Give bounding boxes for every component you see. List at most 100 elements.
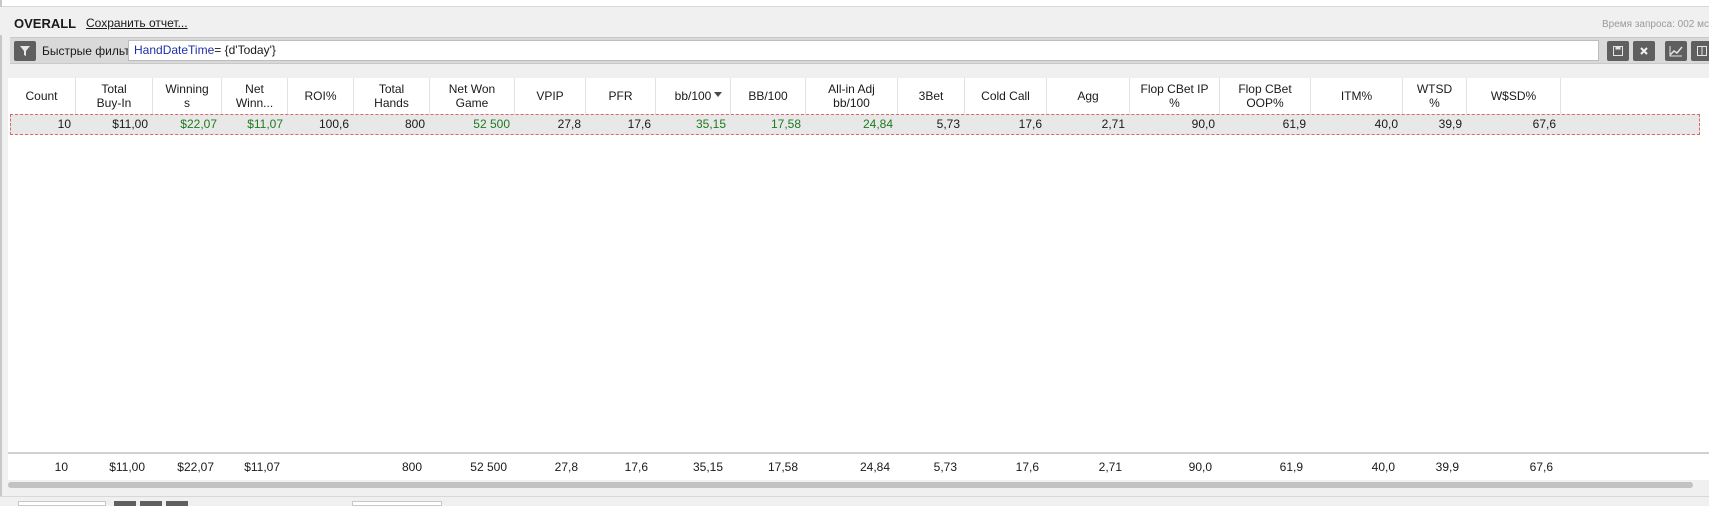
column-header-pfr[interactable]: PFR <box>586 78 656 114</box>
save-report-link[interactable]: Сохранить отчет... <box>86 16 188 30</box>
row-cell-cold-call: 17,6 <box>1018 117 1042 131</box>
row-cell-vpip: 27,8 <box>557 117 581 131</box>
row-cell-wsd: 67,6 <box>1532 117 1556 131</box>
row-cell-net-won-game: 52 500 <box>473 117 510 131</box>
filter-keyword: HandDateTime <box>134 43 215 57</box>
total-cell-BB100: 17,58 <box>767 460 798 474</box>
column-header-net-winnings[interactable]: Net Winn... <box>222 78 288 114</box>
total-cell-total-buyin: $11,00 <box>109 460 145 474</box>
row-cell-roi: 100,6 <box>318 117 349 131</box>
column-header-wsd[interactable]: W$SD% <box>1467 78 1561 114</box>
row-cell-flop-cbet-ip: 90,0 <box>1191 117 1215 131</box>
horizontal-scrollbar[interactable] <box>8 480 1709 489</box>
row-cell-flop-cbet-oop: 61,9 <box>1282 117 1306 131</box>
column-header-label: ITM% <box>1340 89 1373 103</box>
column-header-label: W$SD% <box>1490 89 1537 103</box>
row-cell-bb100: 35,15 <box>695 117 726 131</box>
column-header-label: Total Hands <box>374 82 409 110</box>
row-cell-threebet: 5,73 <box>936 117 960 131</box>
column-header-label: bb/100 <box>674 89 712 103</box>
row-cell-winnings: $22,07 <box>180 117 217 131</box>
column-header-count[interactable]: Count <box>8 78 76 114</box>
sort-desc-icon[interactable] <box>714 92 722 97</box>
save-icon[interactable] <box>1607 41 1629 61</box>
column-header-label: 3Bet <box>918 89 944 103</box>
column-header-label: Flop CBet IP % <box>1140 82 1209 110</box>
column-header-bb100[interactable]: bb/100 <box>656 78 731 114</box>
total-cell-total-hands: 800 <box>401 460 422 474</box>
column-header-agg[interactable]: Agg <box>1047 78 1130 114</box>
total-cell-vpip: 27,8 <box>554 460 578 474</box>
bottom-tab-button[interactable] <box>166 501 188 506</box>
quick-filter-label: Быстрые фильт <box>42 44 130 58</box>
row-cell-total-buyin: $11,00 <box>112 117 148 131</box>
row-cell-net-winnings: $11,07 <box>247 117 283 131</box>
column-header-label: All-in Adj bb/100 <box>828 82 875 110</box>
column-header-label: Count <box>25 89 58 103</box>
total-cell-threebet: 5,73 <box>933 460 957 474</box>
column-header-label: Net Winn... <box>235 82 274 110</box>
stats-grid: Count Total Buy-In Winning s Net Winn... ROI… <box>8 78 1709 453</box>
column-header-vpip[interactable]: VPIP <box>515 78 586 114</box>
chart-icon[interactable] <box>1665 41 1687 61</box>
bottom-tab-button[interactable] <box>140 501 162 506</box>
row-cell-wtsd: 39,9 <box>1438 117 1462 131</box>
total-cell-pfr: 17,6 <box>624 460 648 474</box>
filter-expression-input[interactable]: HandDateTime= {d'Today'} <box>128 40 1599 61</box>
column-header-label: Agg <box>1077 89 1099 103</box>
row-cell-itm: 40,0 <box>1374 117 1398 131</box>
filter-expression-rest: = {d'Today'} <box>214 43 276 57</box>
column-header-flop-cbet-ip[interactable]: Flop CBet IP % <box>1130 78 1220 114</box>
total-cell-winnings: $22,07 <box>177 460 214 474</box>
total-cell-flop-cbet-ip: 90,0 <box>1188 460 1212 474</box>
total-cell-count: 10 <box>54 460 68 474</box>
bottom-tab[interactable] <box>18 501 106 506</box>
total-cell-wtsd: 39,9 <box>1435 460 1459 474</box>
row-cell-allin-adj: 24,84 <box>862 117 893 131</box>
total-cell-allin-adj: 24,84 <box>859 460 890 474</box>
row-cell-BB100: 17,58 <box>770 117 801 131</box>
column-header-itm[interactable]: ITM% <box>1311 78 1403 114</box>
column-header-label: Cold Call <box>981 89 1030 103</box>
window-top-strip <box>0 0 1709 7</box>
column-header-label: Winning s <box>165 82 209 110</box>
filter-icon[interactable] <box>14 41 36 61</box>
column-header-total-hands[interactable]: Total Hands <box>354 78 430 114</box>
bottom-tab-button[interactable] <box>114 501 136 506</box>
column-header-roi[interactable]: ROI% <box>288 78 354 114</box>
table-row[interactable]: 10 $11,00 $22,07 $11,07 100,6 800 52 500 27,8 17… <box>10 114 1700 135</box>
column-header-total-buyin[interactable]: Total Buy-In <box>76 78 153 114</box>
left-window-edge <box>0 0 2 505</box>
row-cell-count: 10 <box>57 117 71 131</box>
column-header-flop-cbet-oop[interactable]: Flop CBet OOP% <box>1220 78 1311 114</box>
column-header-label: Total Buy-In <box>96 82 132 110</box>
total-cell-net-winnings: $11,07 <box>244 460 280 474</box>
total-cell-flop-cbet-oop: 61,9 <box>1279 460 1303 474</box>
total-cell-agg: 2,71 <box>1098 460 1122 474</box>
bottom-tab-strip <box>0 496 1709 506</box>
column-header-label: PFR <box>608 89 633 103</box>
total-cell-net-won-game: 52 500 <box>470 460 507 474</box>
column-header-BB100[interactable]: BB/100 <box>731 78 806 114</box>
row-cell-pfr: 17,6 <box>627 117 651 131</box>
total-cell-wsd: 67,6 <box>1529 460 1553 474</box>
scrollbar-thumb[interactable] <box>8 482 1693 488</box>
column-header-label: WTSD % <box>1416 82 1453 110</box>
column-header-winnings[interactable]: Winning s <box>153 78 222 114</box>
total-cell-cold-call: 17,6 <box>1015 460 1039 474</box>
column-header-allin-adj[interactable]: All-in Adj bb/100 <box>806 78 898 114</box>
column-header-wtsd[interactable]: WTSD % <box>1403 78 1467 114</box>
bottom-tab[interactable] <box>352 501 442 506</box>
column-header-cold-call[interactable]: Cold Call <box>965 78 1047 114</box>
totals-row: 10 $11,00 $22,07 $11,07 800 52 500 27,8 17,6 35,… <box>8 452 1709 480</box>
column-header-label: BB/100 <box>748 89 788 103</box>
column-header-label: Flop CBet OOP% <box>1238 82 1292 110</box>
total-cell-itm: 40,0 <box>1371 460 1395 474</box>
column-header-net-won-game[interactable]: Net Won Game <box>430 78 515 114</box>
report-header: OVERALL Сохранить отчет... Время запроса… <box>0 7 1709 35</box>
clear-icon[interactable] <box>1633 41 1655 61</box>
columns-icon[interactable] <box>1691 41 1709 61</box>
column-header-threebet[interactable]: 3Bet <box>898 78 965 114</box>
report-title: OVERALL <box>14 16 77 31</box>
row-cell-total-hands: 800 <box>404 117 425 131</box>
